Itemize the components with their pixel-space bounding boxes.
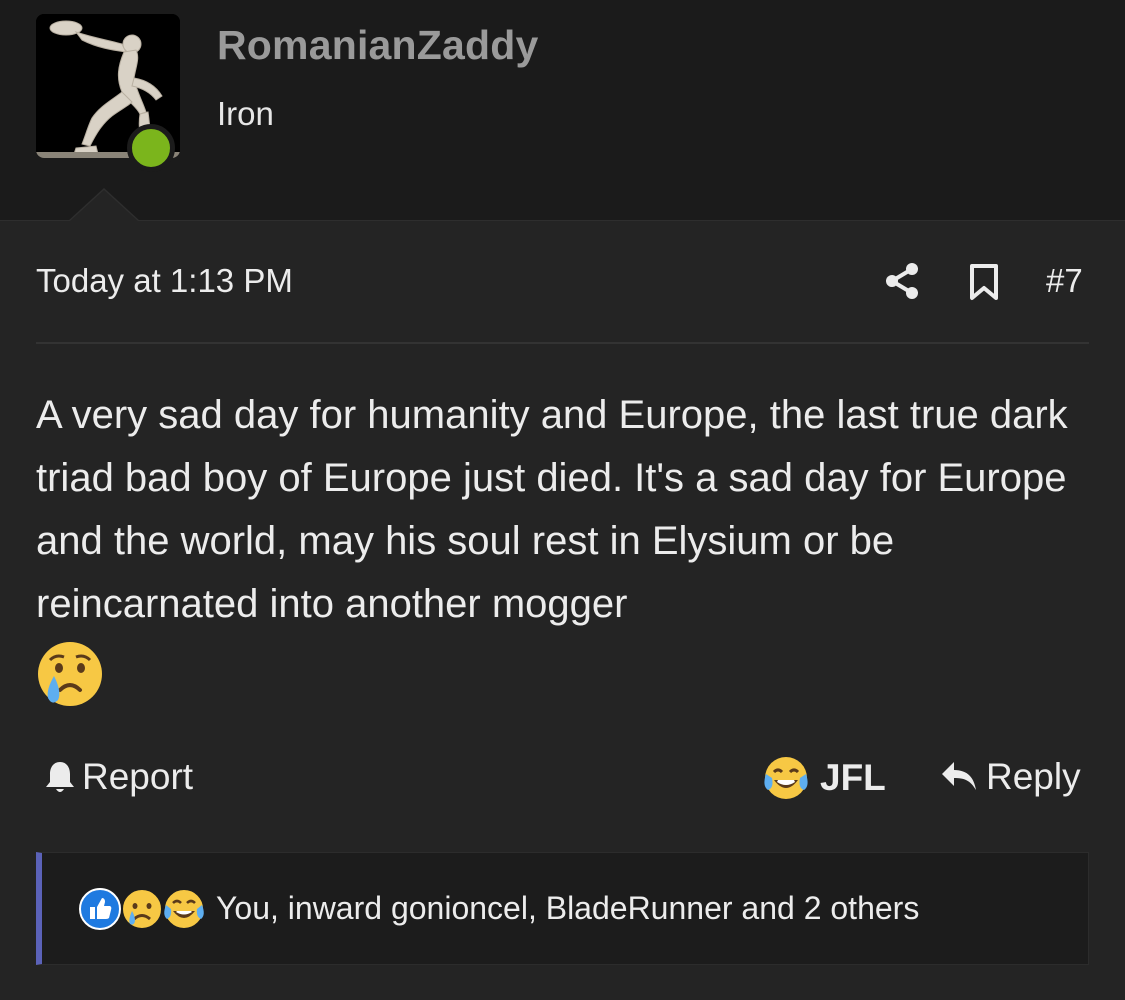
post-author-header: RomanianZaddy Iron — [0, 0, 1125, 221]
reply-button[interactable]: Reply — [940, 756, 1081, 798]
post-number-link[interactable]: #7 — [1046, 262, 1083, 300]
report-label: Report — [82, 756, 194, 797]
divider — [36, 342, 1089, 344]
post-body-text: A very sad day for humanity and Europe, … — [36, 393, 1068, 626]
share-icon[interactable] — [884, 262, 922, 300]
jfl-reaction-button[interactable]: JFL — [762, 754, 886, 802]
laughing-crying-small-icon — [163, 888, 205, 930]
reaction-icon-group — [78, 887, 208, 931]
post-timestamp[interactable]: Today at 1:13 PM — [36, 262, 293, 300]
jfl-label: JFL — [820, 757, 886, 798]
reply-arrow-icon — [942, 762, 976, 790]
reply-label: Reply — [986, 756, 1081, 797]
sad-icon — [121, 888, 163, 930]
crying-face-icon — [38, 642, 102, 706]
bell-icon — [46, 762, 74, 792]
reactions-summary[interactable]: You, inward gonioncel, BladeRunner and 2… — [36, 852, 1089, 965]
like-icon — [79, 888, 121, 930]
report-button[interactable]: Report — [44, 756, 193, 798]
bookmark-icon[interactable] — [968, 263, 1000, 301]
reaction-summary-text[interactable]: You, inward gonioncel, BladeRunner and 2… — [216, 890, 919, 927]
post-body: A very sad day for humanity and Europe, … — [36, 384, 1096, 708]
post-caret — [70, 190, 138, 221]
username[interactable]: RomanianZaddy — [217, 22, 539, 69]
online-status-indicator — [127, 124, 175, 172]
laughing-crying-icon — [764, 757, 808, 799]
user-rank: Iron — [217, 95, 274, 132]
